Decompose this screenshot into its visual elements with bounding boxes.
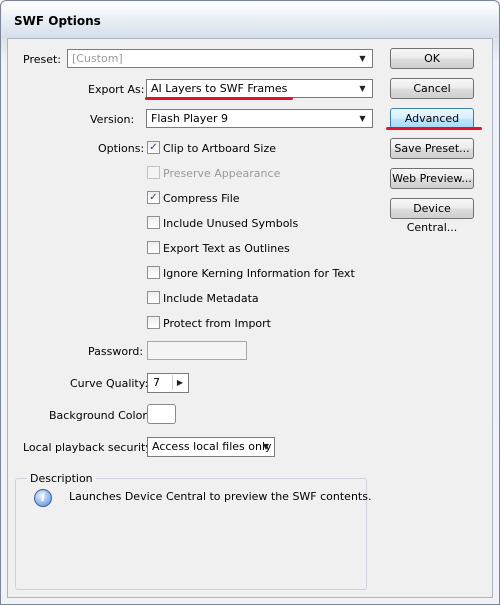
cancel-button[interactable]: Cancel [390,78,474,99]
curve-quality-label: Curve Quality: [70,377,149,390]
ignore-kerning-label: Ignore Kerning Information for Text [163,267,355,280]
export-text-outlines-label: Export Text as Outlines [163,242,290,255]
include-metadata-label: Include Metadata [163,292,259,305]
curve-quality-value: 7 [153,376,160,389]
version-label: Version: [90,113,135,126]
chevron-down-icon: ▼ [359,84,366,93]
export-as-label: Export As: [88,83,145,96]
preset-dropdown: [Custom] ▼ [67,49,373,68]
export-as-dropdown[interactable]: AI Layers to SWF Frames ▼ [146,79,373,98]
export-text-outlines-checkbox[interactable] [147,241,160,254]
ignore-kerning-checkbox[interactable] [147,266,160,279]
preserve-appearance-label: Preserve Appearance [163,167,281,180]
version-value: Flash Player 9 [151,112,229,125]
preset-value: [Custom] [72,52,123,65]
chevron-right-icon[interactable]: ▶ [172,375,187,390]
description-legend: Description [27,472,96,485]
save-preset-button[interactable]: Save Preset... [390,138,474,159]
device-central-button[interactable]: Device Central... [390,198,474,234]
window-title: SWF Options [14,14,101,28]
include-unused-symbols-checkbox[interactable] [147,216,160,229]
preserve-appearance-checkbox [147,166,160,179]
version-dropdown[interactable]: Flash Player 9 ▼ [146,109,373,128]
ok-button[interactable]: OK [390,48,474,69]
chevron-down-icon: ▼ [359,114,366,123]
local-playback-label: Local playback security: [23,441,155,454]
include-metadata-checkbox[interactable] [147,291,160,304]
info-icon: i [34,489,52,507]
local-playback-value: Access local files only [152,440,272,453]
local-playback-dropdown[interactable]: Access local files only ▼ [147,437,275,457]
export-as-value: AI Layers to SWF Frames [151,82,288,95]
compress-file-label: Compress File [163,192,240,205]
protect-from-import-checkbox[interactable] [147,316,160,329]
chevron-down-icon: ▼ [359,54,366,63]
password-label: Password: [88,345,144,358]
clip-to-artboard-label: Clip to Artboard Size [163,142,277,155]
description-text: Launches Device Central to preview the S… [69,490,372,503]
protect-from-import-label: Protect from Import [163,317,271,330]
red-highlight-underline [145,97,293,100]
title-bar[interactable]: SWF Options [2,2,498,38]
password-field [147,341,247,360]
web-preview-button[interactable]: Web Preview... [390,168,474,189]
background-color-swatch[interactable] [147,404,176,424]
options-label: Options: [98,142,145,155]
clip-to-artboard-checkbox[interactable]: ✓ [147,141,160,154]
red-highlight-underline [386,127,482,130]
compress-file-checkbox[interactable]: ✓ [147,191,160,204]
background-color-label: Background Color: [49,409,151,422]
include-unused-symbols-label: Include Unused Symbols [163,217,299,230]
preset-label: Preset: [23,53,62,66]
curve-quality-stepper[interactable]: 7 ▶ [147,373,189,393]
advanced-button[interactable]: Advanced [390,108,474,129]
chevron-down-icon: ▼ [262,442,270,451]
